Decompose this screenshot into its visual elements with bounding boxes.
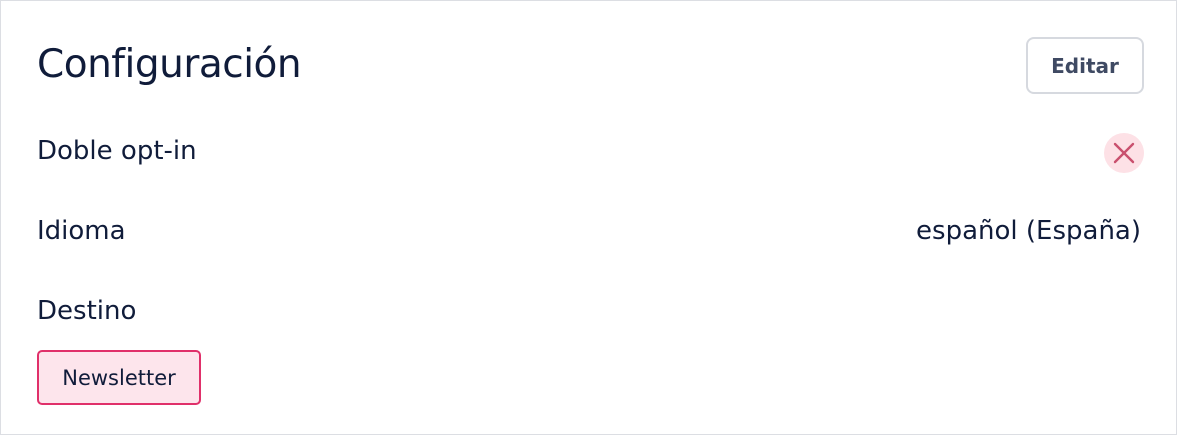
page-title: Configuración xyxy=(37,42,302,87)
destination-label: Destino xyxy=(37,296,137,326)
x-icon xyxy=(1104,133,1144,173)
x-icon-glyph xyxy=(1113,142,1135,164)
destination-tag-newsletter: Newsletter xyxy=(37,350,201,405)
settings-card: Configuración Editar Doble opt-in Idioma… xyxy=(0,0,1177,435)
edit-button[interactable]: Editar xyxy=(1026,37,1144,94)
language-label: Idioma xyxy=(37,216,126,246)
double-optin-label: Doble opt-in xyxy=(37,136,197,166)
language-value: español (España) xyxy=(916,216,1141,246)
